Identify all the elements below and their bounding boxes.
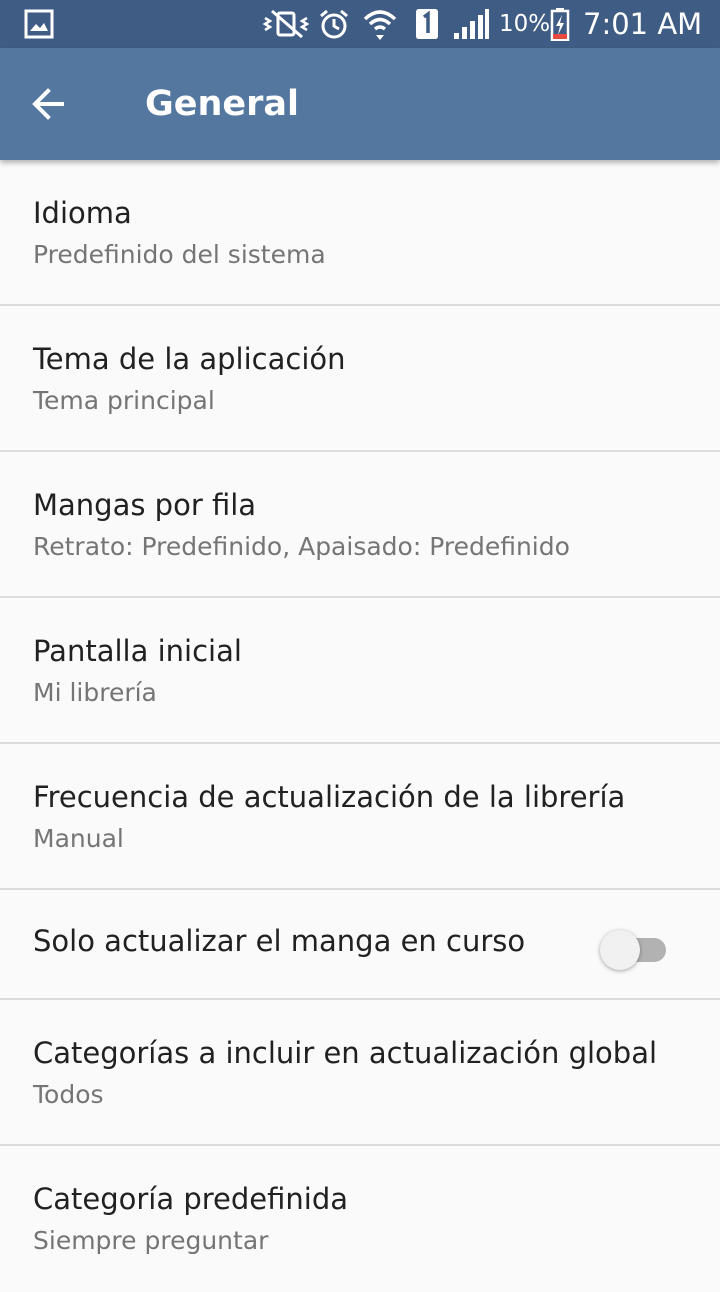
arrow-back-icon [32,88,64,120]
page-title: General [145,84,299,124]
settings-list: Idioma Predefinido del sistema Tema de l… [0,160,720,1292]
sim-1-icon [414,0,440,48]
setting-start-screen[interactable]: Pantalla inicial Mi librería [0,598,720,744]
setting-update-ongoing-only[interactable]: Solo actualizar el manga en curso [0,890,720,1000]
setting-title: Mangas por fila [33,488,257,522]
setting-title: Pantalla inicial [33,634,242,668]
battery-charging-icon [550,0,570,48]
setting-library-update-frequency[interactable]: Frecuencia de actualización de la librer… [0,744,720,890]
setting-app-theme[interactable]: Tema de la aplicación Tema principal [0,306,720,452]
setting-title: Solo actualizar el manga en curso [33,924,526,958]
status-bar: 10% 7:01 AM [0,0,720,48]
wifi-icon [362,0,398,48]
setting-global-update-categories[interactable]: Categorías a incluir en actualización gl… [0,1000,720,1146]
update-ongoing-toggle[interactable] [600,926,668,970]
back-button[interactable] [20,76,76,132]
setting-summary: Tema principal [33,386,215,415]
setting-summary: Manual [33,824,124,853]
setting-summary: Todos [33,1080,104,1109]
status-time: 7:01 AM [583,7,703,41]
toggle-thumb [600,930,640,970]
setting-title: Categoría predefinida [33,1182,349,1216]
setting-summary: Predefinido del sistema [33,240,326,269]
setting-summary: Mi librería [33,678,157,707]
battery-percent: 10% [499,11,551,37]
setting-summary: Retrato: Predefinido, Apaisado: Predefin… [33,532,570,561]
setting-title: Idioma [33,196,132,230]
app-bar: General [0,48,720,160]
signal-icon [452,0,490,48]
setting-manga-per-row[interactable]: Mangas por fila Retrato: Predefinido, Ap… [0,452,720,598]
gallery-icon [24,0,54,48]
setting-title: Categorías a incluir en actualización gl… [33,1036,658,1070]
setting-default-category[interactable]: Categoría predefinida Siempre preguntar [0,1146,720,1292]
setting-title: Tema de la aplicación [33,342,346,376]
setting-title: Frecuencia de actualización de la librer… [33,780,626,814]
setting-summary: Siempre preguntar [33,1226,269,1255]
vibrate-mute-icon [262,0,310,48]
alarm-icon [318,0,350,48]
setting-language[interactable]: Idioma Predefinido del sistema [0,160,720,306]
